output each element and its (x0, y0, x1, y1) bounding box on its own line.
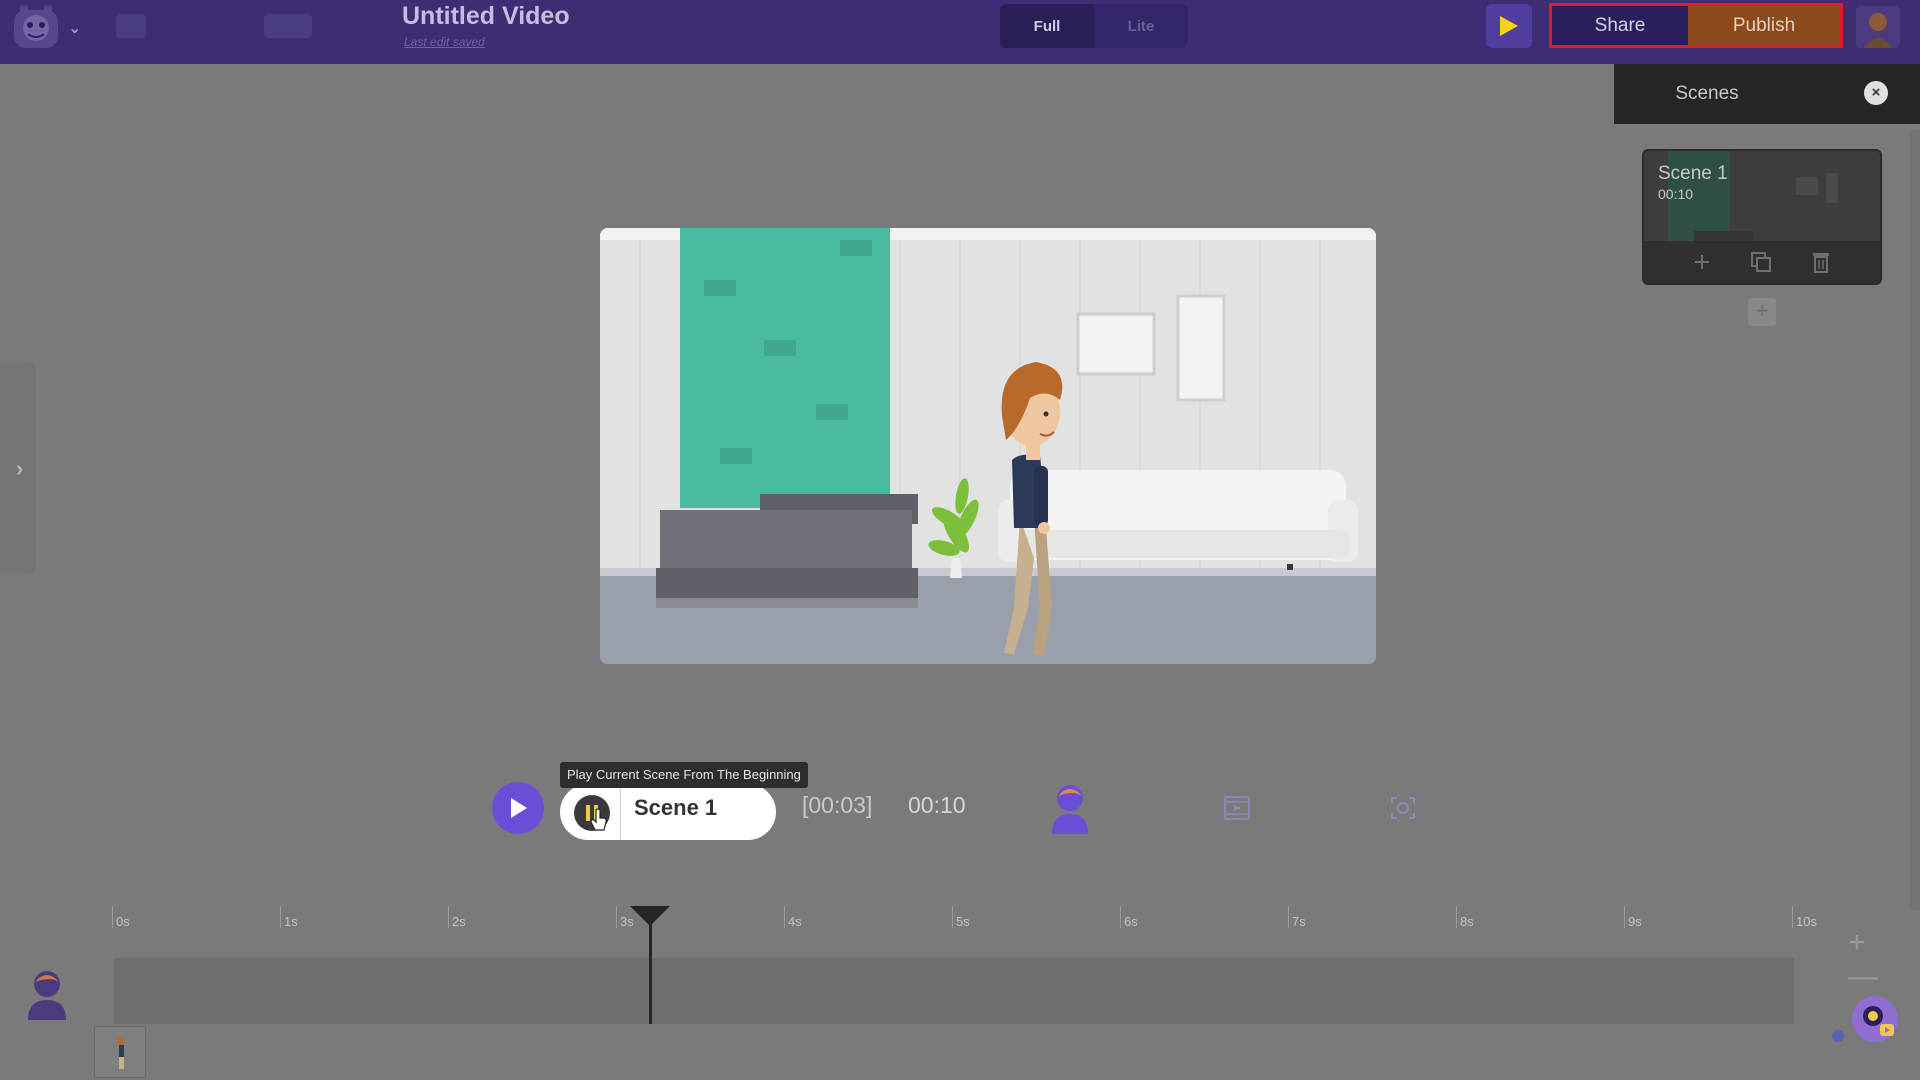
add-scene-button[interactable]: + (1748, 298, 1776, 326)
right-scrollbar[interactable] (1910, 130, 1920, 910)
layer-thumbnail[interactable] (94, 1026, 146, 1078)
chevron-down-icon[interactable]: ⌄ (68, 18, 81, 38)
duplicate-icon[interactable] (1749, 250, 1773, 274)
mode-lite-button[interactable]: Lite (1094, 4, 1188, 48)
timeline-tick (1624, 906, 1625, 928)
scenes-panel-header: Scenes × (1614, 64, 1920, 124)
last-edit-status: Last edit saved (404, 35, 485, 49)
timeline-tick-label: 7s (1292, 914, 1306, 929)
divider (620, 784, 621, 840)
focus-icon[interactable] (1390, 796, 1416, 820)
close-icon[interactable]: × (1864, 81, 1888, 105)
timeline-tick-label: 8s (1460, 914, 1474, 929)
scene-card-duration: 00:10 (1658, 186, 1694, 202)
scene-preview (600, 228, 1376, 664)
trash-icon[interactable] (1811, 250, 1831, 274)
cursor-hand-icon (590, 808, 607, 831)
timeline-tick-label: 6s (1124, 914, 1138, 929)
timeline-tick (1120, 906, 1121, 928)
timeline-tick (952, 906, 953, 928)
timeline-tick (112, 906, 113, 928)
play-icon (511, 798, 527, 818)
character-thumbnail (117, 1037, 125, 1069)
playhead-handle[interactable] (629, 906, 670, 926)
logo-icon[interactable] (10, 4, 62, 52)
video-title[interactable]: Untitled Video (402, 2, 570, 31)
add-icon[interactable] (1693, 253, 1711, 271)
timeline-tick (1792, 906, 1793, 928)
user-avatar[interactable] (1856, 6, 1900, 48)
zoom-slider-handle[interactable] (1832, 1030, 1844, 1042)
top-bar: ⌄ Untitled Video Last edit saved Full Li… (0, 0, 1920, 64)
tooltip: Play Current Scene From The Beginning (560, 762, 808, 788)
total-time: 00:10 (908, 792, 966, 818)
timeline-tick-label: 0s (116, 914, 130, 929)
chevron-right-icon[interactable]: › (16, 456, 23, 482)
timeline-tick (1456, 906, 1457, 928)
timeline-tick-label: 5s (956, 914, 970, 929)
play-icon (1500, 16, 1518, 36)
timeline-track[interactable] (114, 958, 1794, 1024)
scene-card[interactable]: Scene 1 00:10 (1642, 149, 1882, 285)
timeline-tick (280, 906, 281, 928)
scenes-panel-title: Scenes (1675, 83, 1739, 104)
zoom-out-button[interactable]: — (1848, 960, 1878, 994)
timeline-tick-label: 10s (1796, 914, 1817, 929)
current-time: [00:03] (802, 792, 873, 818)
share-publish-group: Share Publish (1549, 3, 1843, 48)
timeline-tick (1288, 906, 1289, 928)
zoom-in-button[interactable]: + (1848, 926, 1866, 960)
preview-play-button[interactable] (1486, 4, 1532, 48)
timeline-tick-label: 4s (788, 914, 802, 929)
character-icon (28, 971, 66, 1020)
scene-card-actions (1644, 241, 1880, 283)
current-scene-name: Scene 1 (634, 795, 718, 820)
play-button[interactable] (492, 782, 544, 834)
mode-toggle: Full Lite (1000, 4, 1188, 48)
film-icon[interactable] (1224, 796, 1250, 820)
timeline-tick (448, 906, 449, 928)
help-assistant-button[interactable] (1852, 996, 1898, 1042)
timeline-tick-label: 2s (452, 914, 466, 929)
mode-full-button[interactable]: Full (1000, 4, 1094, 48)
timeline-tick-label: 1s (284, 914, 298, 929)
redo-icon[interactable] (264, 14, 312, 38)
publish-button[interactable]: Publish (1688, 6, 1840, 45)
character-icon[interactable] (1048, 782, 1092, 834)
video-canvas[interactable] (600, 228, 1376, 664)
undo-icon[interactable] (116, 14, 146, 38)
assistant-icon (1863, 1006, 1894, 1036)
timeline-tick-label: 9s (1628, 914, 1642, 929)
timeline-tick (784, 906, 785, 928)
timeline-ruler[interactable]: 0s 1s 2s 3s 4s 5s 6s 7s 8s 9s 10s (112, 906, 1817, 932)
scene-card-name: Scene 1 (1658, 163, 1728, 184)
timeline-tick (616, 906, 617, 928)
share-button[interactable]: Share (1552, 6, 1688, 45)
playhead[interactable] (648, 912, 652, 1024)
